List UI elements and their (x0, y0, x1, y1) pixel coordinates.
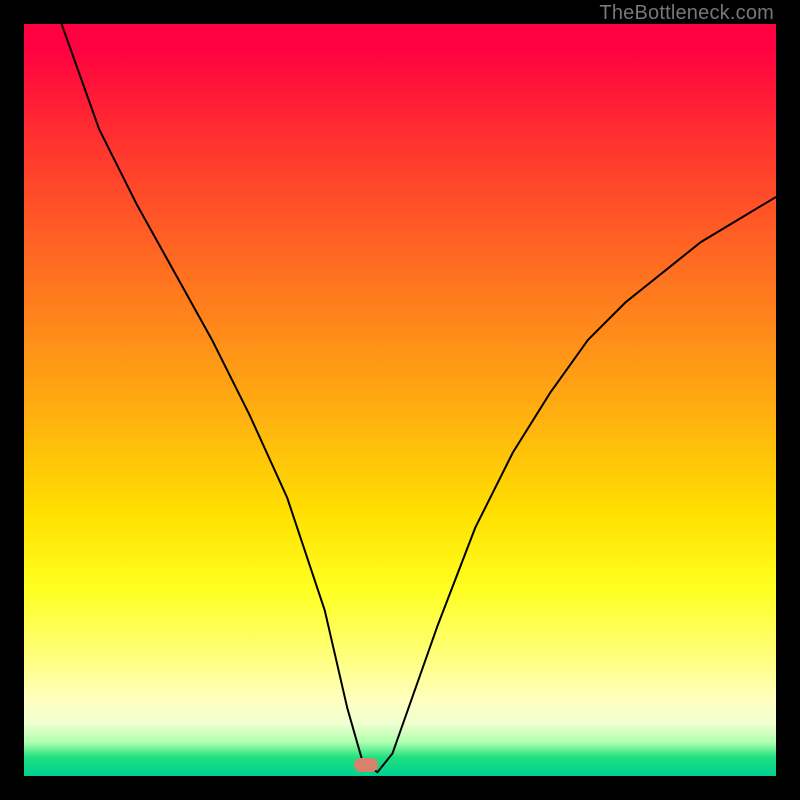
bottleneck-curve-path (62, 24, 776, 772)
plot-area (24, 24, 776, 776)
chart-frame: TheBottleneck.com (0, 0, 800, 800)
optimal-marker (354, 758, 378, 772)
curve-svg (24, 24, 776, 776)
watermark-text: TheBottleneck.com (599, 2, 774, 25)
